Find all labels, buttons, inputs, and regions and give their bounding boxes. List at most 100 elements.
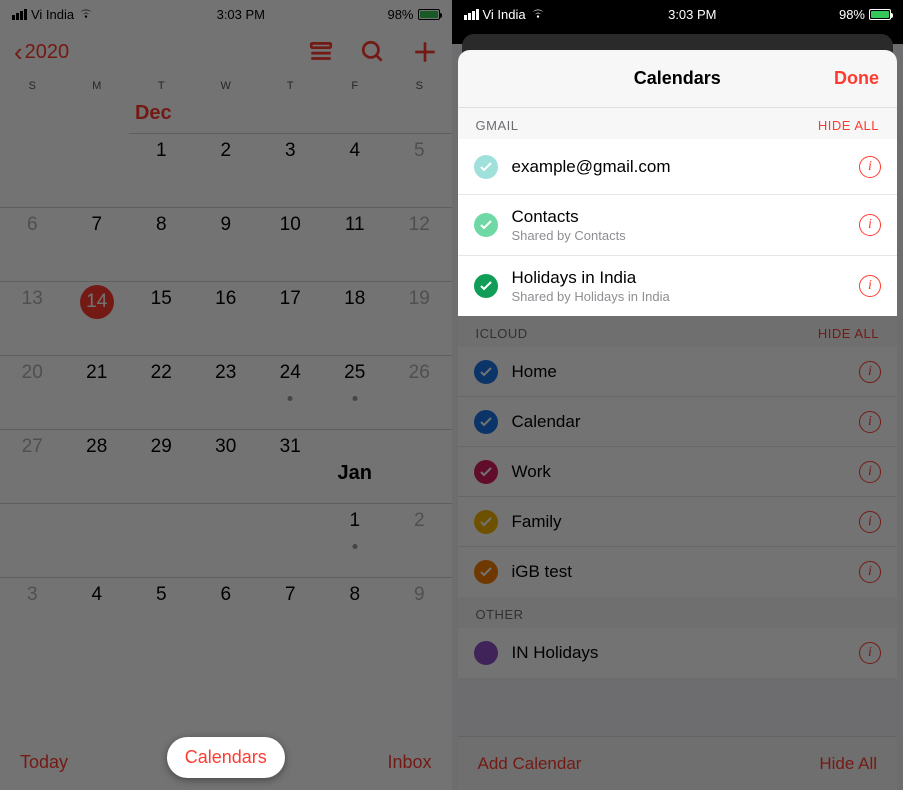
back-button[interactable]: ‹ 2020 [14, 39, 69, 65]
weekday: W [194, 76, 259, 96]
day[interactable]: 7 [258, 577, 323, 651]
day[interactable]: 3 [258, 133, 323, 207]
status-bar: Vi India 3:03 PM 98% [452, 0, 903, 28]
info-icon[interactable]: i [859, 461, 881, 483]
info-icon[interactable]: i [859, 275, 881, 297]
calendar-item-contacts[interactable]: Contacts Shared by Contacts i [458, 195, 898, 256]
day[interactable]: 17 [258, 281, 323, 355]
day[interactable]: 9 [387, 577, 452, 651]
day[interactable]: 13 [0, 281, 65, 355]
gmail-section: GMAIL HIDE ALL example@gmail.com i Conta… [458, 108, 898, 316]
hide-all-button[interactable]: Hide All [819, 754, 877, 774]
day[interactable]: 28 [65, 429, 130, 503]
day[interactable]: 22 [129, 355, 194, 429]
status-bar: Vi India 3:03 PM 98% [0, 0, 452, 28]
day[interactable]: 10 [258, 207, 323, 281]
day[interactable]: 9 [194, 207, 259, 281]
day[interactable]: 19 [387, 281, 452, 355]
day[interactable]: 7 [65, 207, 130, 281]
day[interactable]: 6 [0, 207, 65, 281]
section-label-other: OTHER [476, 607, 524, 622]
day[interactable]: 15 [129, 281, 194, 355]
calendar-name: IN Holidays [512, 643, 860, 663]
signal-icon [464, 9, 479, 20]
list-view-icon[interactable] [308, 39, 334, 65]
day[interactable]: 20 [0, 355, 65, 429]
info-icon[interactable]: i [859, 561, 881, 583]
sheet-title: Calendars [634, 68, 721, 89]
weekday-header: S M T W T F S [0, 76, 452, 96]
day[interactable]: 5 [129, 577, 194, 651]
calendar-item-home[interactable]: Home i [458, 347, 898, 397]
day[interactable]: 2 [387, 503, 452, 577]
calendar-item-holidays[interactable]: Holidays in India Shared by Holidays in … [458, 256, 898, 316]
add-icon[interactable] [412, 39, 438, 65]
month-label-cell: Jan [323, 429, 388, 503]
signal-icon [12, 9, 27, 20]
day[interactable]: 4 [65, 577, 130, 651]
day[interactable]: 12 [387, 207, 452, 281]
section-label-gmail: GMAIL [476, 118, 519, 133]
day[interactable]: 26 [387, 355, 452, 429]
day[interactable]: 1 [323, 503, 388, 577]
calendar-subtitle: Shared by Contacts [512, 228, 860, 243]
calendars-button[interactable]: Calendars [167, 737, 285, 778]
hide-all-icloud[interactable]: HIDE ALL [818, 326, 879, 341]
calendar-name: Holidays in India [512, 268, 860, 288]
day[interactable]: 18 [323, 281, 388, 355]
sheet-behind-card [452, 28, 903, 44]
day[interactable]: 25 [323, 355, 388, 429]
calendar-name: Calendar [512, 412, 860, 432]
check-icon [474, 360, 498, 384]
sheet-header: Calendars Done [458, 50, 898, 108]
day-today[interactable]: 14 [65, 281, 130, 355]
today-button[interactable]: Today [20, 752, 68, 773]
inbox-button[interactable]: Inbox [387, 752, 431, 773]
day[interactable]: 8 [323, 577, 388, 651]
day[interactable]: 31 [258, 429, 323, 503]
day[interactable]: 4 [323, 133, 388, 207]
calendar-item-work[interactable]: Work i [458, 447, 898, 497]
check-icon [474, 641, 498, 665]
day[interactable]: 21 [65, 355, 130, 429]
info-icon[interactable]: i [859, 642, 881, 664]
calendar-name: iGB test [512, 562, 860, 582]
calendar-name: Contacts [512, 207, 860, 227]
done-button[interactable]: Done [834, 68, 879, 89]
event-dot [288, 396, 293, 401]
day[interactable]: 16 [194, 281, 259, 355]
day[interactable]: 30 [194, 429, 259, 503]
info-icon[interactable]: i [859, 156, 881, 178]
time-label: 3:03 PM [217, 7, 265, 22]
info-icon[interactable]: i [859, 511, 881, 533]
info-icon[interactable]: i [859, 361, 881, 383]
calendar-app-screen: Vi India 3:03 PM 98% ‹ 2020 S M T W T F … [0, 0, 452, 790]
calendar-name: example@gmail.com [512, 157, 860, 177]
check-icon [474, 510, 498, 534]
calendar-item-inholidays[interactable]: IN Holidays i [458, 628, 898, 678]
nav-bar: ‹ 2020 [0, 28, 452, 76]
search-icon[interactable] [360, 39, 386, 65]
day[interactable]: 24 [258, 355, 323, 429]
calendar-item-igbtest[interactable]: iGB test i [458, 547, 898, 597]
add-calendar-button[interactable]: Add Calendar [478, 754, 582, 774]
calendar-item-gmail[interactable]: example@gmail.com i [458, 139, 898, 195]
info-icon[interactable]: i [859, 214, 881, 236]
day[interactable]: 11 [323, 207, 388, 281]
day[interactable]: 3 [0, 577, 65, 651]
day[interactable]: 23 [194, 355, 259, 429]
calendar-item-family[interactable]: Family i [458, 497, 898, 547]
day[interactable]: 27 [0, 429, 65, 503]
day[interactable]: 29 [129, 429, 194, 503]
weekday: F [323, 76, 388, 96]
calendar-item-calendar[interactable]: Calendar i [458, 397, 898, 447]
day[interactable]: 8 [129, 207, 194, 281]
day[interactable]: 5 [387, 133, 452, 207]
back-year-label: 2020 [25, 41, 70, 64]
day[interactable]: 1 [129, 133, 194, 207]
hide-all-gmail[interactable]: HIDE ALL [818, 118, 879, 133]
weekday: T [129, 76, 194, 96]
day[interactable]: 2 [194, 133, 259, 207]
day[interactable]: 6 [194, 577, 259, 651]
info-icon[interactable]: i [859, 411, 881, 433]
